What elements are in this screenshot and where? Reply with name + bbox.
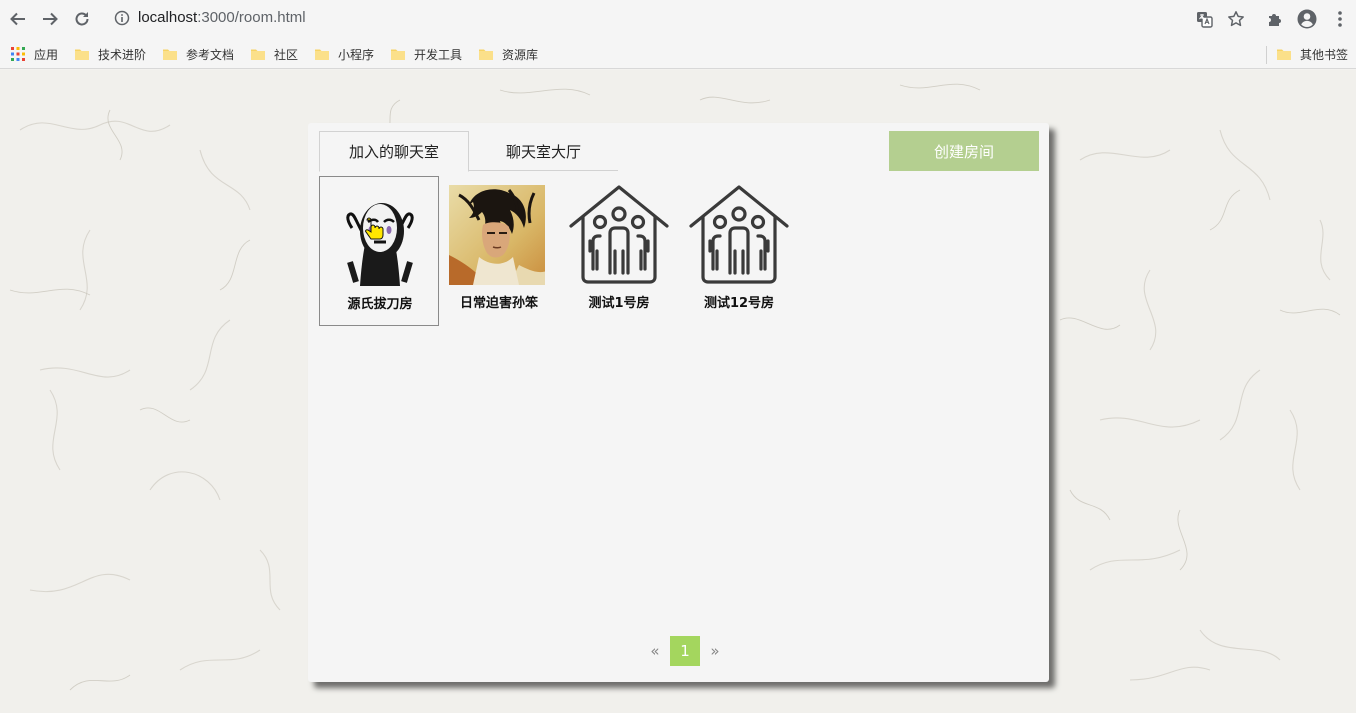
room-name: 源氏拔刀房 — [347, 297, 413, 312]
bookmark-label: 应用 — [34, 47, 59, 62]
room-card[interactable]: 测试1号房 — [559, 176, 679, 326]
browser-toolbar: localhost:3000/room.html — [0, 0, 1356, 38]
bookmark-label: 小程序 — [338, 47, 375, 62]
room-name: 日常迫害孙笨 — [459, 296, 538, 311]
warrior-avatar — [449, 185, 549, 285]
bookmark-label: 社区 — [274, 47, 299, 62]
room-card[interactable]: 日常迫害孙笨 — [439, 176, 559, 326]
address-bar[interactable]: localhost:3000/room.html — [138, 9, 306, 26]
room-list: 源氏拔刀房 日常迫害孙笨 测试1号房 测试12号房 — [319, 176, 1039, 326]
prev-page-button[interactable]: « — [640, 636, 670, 666]
folder-icon — [1277, 49, 1291, 60]
room-tabs: 加入的聊天室 聊天室大厅 — [319, 131, 618, 172]
folder-icon — [391, 49, 405, 60]
back-arrow-icon[interactable] — [6, 7, 30, 31]
other-bookmarks[interactable]: 其他书签 — [1277, 44, 1348, 64]
tab-joined-rooms[interactable]: 加入的聊天室 — [319, 131, 469, 172]
folder-icon — [75, 49, 89, 60]
room-card[interactable]: 源氏拔刀房 — [319, 176, 439, 326]
bookmark-folder[interactable]: 参考文档 — [163, 44, 234, 64]
forward-arrow-icon[interactable] — [38, 7, 62, 31]
tab-chat-lobby[interactable]: 聊天室大厅 — [469, 131, 618, 171]
bookmark-folder[interactable]: 开发工具 — [391, 44, 462, 64]
room-card[interactable]: 测试12号房 — [679, 176, 799, 326]
bookmark-label: 参考文档 — [186, 47, 235, 62]
room-name: 测试1号房 — [588, 296, 650, 311]
bookmark-label: 其他书签 — [1300, 47, 1349, 62]
folder-icon — [251, 49, 265, 60]
translate-icon[interactable] — [1193, 8, 1215, 30]
bookmarks-divider — [1266, 46, 1267, 64]
bookmark-apps[interactable]: 应用 — [11, 44, 58, 64]
folder-icon — [315, 49, 329, 60]
more-menu-icon[interactable] — [1329, 8, 1351, 30]
pagination: « 1 » — [640, 636, 730, 666]
room-name: 测试12号房 — [703, 296, 775, 311]
bookmark-label: 技术进阶 — [98, 47, 147, 62]
reload-icon[interactable] — [70, 7, 94, 31]
no-face-avatar — [330, 186, 430, 286]
room-panel: 加入的聊天室 聊天室大厅 创建房间 源氏拔刀房 日常迫害孙笨 测试1号房 测试1… — [308, 123, 1049, 682]
bookmarks-bar: 应用 技术进阶 参考文档 社区 小程序 开发工具 资源库 其他书签 — [0, 38, 1356, 69]
folder-icon — [479, 49, 493, 60]
house-group-icon — [569, 185, 669, 285]
apps-grid-icon — [11, 47, 25, 61]
extensions-puzzle-icon[interactable] — [1264, 8, 1286, 30]
url-path: :3000/room.html — [197, 9, 306, 26]
folder-icon — [163, 49, 177, 60]
bookmark-label: 开发工具 — [414, 47, 463, 62]
profile-avatar-icon[interactable] — [1296, 8, 1318, 30]
house-group-icon — [689, 185, 789, 285]
create-room-button[interactable]: 创建房间 — [889, 131, 1039, 171]
bookmark-folder[interactable]: 技术进阶 — [75, 44, 146, 64]
bookmark-folder[interactable]: 小程序 — [315, 44, 374, 64]
page-1-button[interactable]: 1 — [670, 636, 700, 666]
bookmark-star-icon[interactable] — [1225, 8, 1247, 30]
site-info-icon[interactable] — [113, 9, 131, 27]
bookmark-folder[interactable]: 社区 — [251, 44, 298, 64]
next-page-button[interactable]: » — [700, 636, 730, 666]
bookmark-folder[interactable]: 资源库 — [479, 44, 538, 64]
url-host: localhost — [138, 9, 198, 26]
bookmark-label: 资源库 — [502, 47, 539, 62]
